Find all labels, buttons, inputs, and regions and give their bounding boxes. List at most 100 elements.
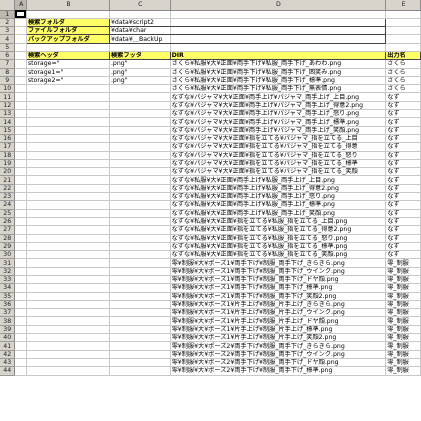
cell[interactable] <box>14 258 27 268</box>
cell-search-suffix[interactable] <box>109 333 171 343</box>
cell-search-suffix[interactable] <box>109 267 171 277</box>
cell-output-name[interactable]: なず <box>385 234 421 243</box>
cell-search-suffix[interactable] <box>109 275 171 285</box>
row-header[interactable]: 15 <box>0 126 16 135</box>
cell-search-suffix[interactable] <box>109 200 171 210</box>
cell-dir-path[interactable]: なずな¥パジャマ¥大¥正面¥両手上げ¥パジャマ_両手上げ_笑顔.png <box>170 126 387 135</box>
cell[interactable] <box>385 18 421 28</box>
cell-dir-path[interactable]: なずな¥私服¥大¥正面¥指を立てる¥私服_指を立てる_上目.png <box>170 217 387 227</box>
column-header-d[interactable]: D <box>170 0 387 11</box>
cell-search-suffix[interactable] <box>109 192 171 202</box>
cell-output-name[interactable]: なず <box>385 242 421 252</box>
cell[interactable] <box>385 10 421 19</box>
row-header[interactable]: 27 <box>0 225 16 235</box>
row-header[interactable]: 12 <box>0 101 16 111</box>
cell-dir-path[interactable]: 零¥制服¥大¥ポーズ1¥片手上げ¥制服_片手上げ_笑顔2.png <box>170 333 387 343</box>
cell-search-prefix[interactable] <box>26 333 110 343</box>
cell-search-suffix[interactable]: .png" <box>109 68 171 77</box>
cell[interactable] <box>26 10 110 19</box>
cell-output-name[interactable]: なず <box>385 92 421 102</box>
row-header[interactable]: 35 <box>0 292 16 301</box>
row-header[interactable]: 31 <box>0 258 16 268</box>
cell-search-prefix[interactable] <box>26 200 110 210</box>
cell-output-name[interactable]: さくら <box>385 59 421 69</box>
cell-search-suffix[interactable] <box>109 366 171 376</box>
cell-dir-path[interactable]: なずな¥私服¥大¥正面¥両手上げ¥私服_両手上げ_得意2.png <box>170 184 387 194</box>
cell[interactable] <box>26 43 110 53</box>
cell-search-prefix[interactable] <box>26 350 110 359</box>
cell[interactable] <box>14 341 27 351</box>
row-header[interactable]: 26 <box>0 217 16 227</box>
cell[interactable] <box>14 366 27 376</box>
cell-output-name[interactable]: なず <box>385 159 421 169</box>
cell[interactable] <box>14 316 27 326</box>
cell[interactable] <box>14 43 27 53</box>
cell-dir-path[interactable]: 零¥制服¥大¥ポーズ1¥両手下げ¥制服_両手下げ_ウインク.png <box>170 267 387 277</box>
cell[interactable] <box>14 92 27 102</box>
cell-search-prefix[interactable] <box>26 300 110 310</box>
cell-output-name[interactable]: なず <box>385 225 421 235</box>
cell[interactable] <box>14 358 27 368</box>
setting-label[interactable]: 検索フォルダ <box>25 17 110 28</box>
cell-search-prefix[interactable] <box>26 292 110 301</box>
row-header[interactable]: 41 <box>0 341 16 351</box>
cell-dir-path[interactable]: 零¥制服¥大¥ポーズ1¥両手下げ¥制服_両手下げ_きらきら.png <box>170 258 387 268</box>
cell-dir-path[interactable]: なずな¥私服¥大¥正面¥両手上げ¥私服_両手上げ_上目.png <box>170 175 387 185</box>
cell[interactable] <box>14 350 27 359</box>
cell[interactable] <box>14 142 27 152</box>
cell[interactable] <box>14 333 27 343</box>
cell-search-prefix[interactable] <box>26 225 110 235</box>
cell-search-prefix[interactable] <box>26 109 110 119</box>
row-header[interactable]: 34 <box>0 283 16 293</box>
cell-search-suffix[interactable] <box>109 92 171 102</box>
cell-search-prefix[interactable] <box>26 242 110 252</box>
row-header[interactable]: 23 <box>0 192 16 202</box>
cell-output-name[interactable]: なず <box>385 192 421 202</box>
cell-search-prefix[interactable] <box>26 308 110 318</box>
cell-search-suffix[interactable] <box>109 358 171 368</box>
cell-dir-path[interactable]: 零¥制服¥大¥ポーズ1¥片手上げ¥制服_片手上げ_きらきら.png <box>170 300 387 310</box>
cell[interactable] <box>385 34 421 44</box>
cell-search-suffix[interactable] <box>109 184 171 194</box>
cell-output-name[interactable]: 零_制服 <box>385 366 421 376</box>
cell[interactable] <box>14 308 27 318</box>
cell-search-prefix[interactable] <box>26 192 110 202</box>
cell-output-name[interactable]: なず <box>385 209 421 218</box>
cell-dir-path[interactable]: 零¥制服¥大¥ポーズ1¥両手下げ¥制服_両手下げ_標準.png <box>170 283 387 293</box>
cell-search-suffix[interactable] <box>109 126 171 135</box>
cell[interactable] <box>14 167 27 177</box>
cell-output-name[interactable]: 零_制服 <box>385 258 421 268</box>
cell-output-name[interactable]: なず <box>385 184 421 194</box>
row-header[interactable]: 10 <box>0 84 16 94</box>
cell[interactable] <box>14 151 27 160</box>
cell-search-prefix[interactable] <box>26 275 110 285</box>
cell-search-suffix[interactable] <box>109 217 171 227</box>
cell[interactable] <box>385 43 421 53</box>
cell[interactable] <box>14 267 27 277</box>
cell-search-prefix[interactable] <box>26 142 110 152</box>
cell-dir-path[interactable]: なずな¥パジャマ¥大¥正面¥両手上げ¥パジャマ_両手上げ_標準.png <box>170 117 387 127</box>
setting-label[interactable]: バックアップフォルダ <box>25 34 110 44</box>
cell-search-suffix[interactable] <box>109 84 171 94</box>
cell-dir-path[interactable]: 零¥制服¥大¥ポーズ1¥片手上げ¥制服_片手上げ_標準.png <box>170 325 387 335</box>
cell-dir-path[interactable]: なずな¥私服¥大¥正面¥指を立てる¥私服_指を立てる_笑顔.png <box>170 250 387 260</box>
row-header[interactable]: 7 <box>0 59 16 69</box>
row-header[interactable]: 20 <box>0 167 16 177</box>
cell-search-prefix[interactable] <box>26 175 110 185</box>
cell-search-suffix[interactable] <box>109 341 171 351</box>
cell-output-name[interactable]: なず <box>385 200 421 210</box>
cell-search-prefix[interactable] <box>26 250 110 260</box>
row-header[interactable]: 37 <box>0 308 16 318</box>
row-header[interactable]: 38 <box>0 316 16 326</box>
cell-a1-selected[interactable] <box>14 10 27 19</box>
cell-search-prefix[interactable] <box>26 184 110 194</box>
cell-search-prefix[interactable] <box>26 117 110 127</box>
cell-dir-path[interactable]: さくら¥私服¥大¥正面¥両手下げ¥私服_両手下げ_困笑み.png <box>170 68 387 77</box>
cell-search-prefix[interactable] <box>26 101 110 111</box>
setting-value[interactable]: ¥data¥＿BackUp <box>109 34 171 44</box>
cell[interactable] <box>14 101 27 111</box>
cell[interactable] <box>14 18 27 28</box>
cell-search-suffix[interactable] <box>109 325 171 335</box>
cell-output-name[interactable]: なず <box>385 109 421 119</box>
cell-output-name[interactable]: 零_制服 <box>385 283 421 293</box>
